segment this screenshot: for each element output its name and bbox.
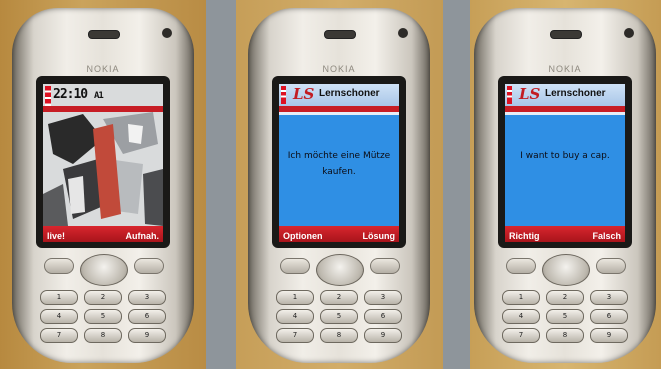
phone-body: NOKIA LS Lernschoner I want to buy a cap… — [474, 8, 656, 363]
navigation-key[interactable] — [316, 254, 364, 286]
softkey-bar: Optionen Lösung — [279, 226, 399, 242]
navigation-key[interactable] — [542, 254, 590, 286]
keypad: 1 2 3 4 5 6 7 8 9 — [276, 290, 402, 343]
softkey-correct[interactable]: Richtig — [509, 231, 540, 241]
end-key[interactable] — [596, 258, 626, 274]
softkey-right[interactable]: Aufnah. — [126, 231, 160, 241]
keypad: 1 2 3 4 5 6 7 8 9 — [502, 290, 628, 343]
header-stripe-light — [279, 112, 399, 115]
earpiece-speaker — [550, 30, 582, 39]
softkey-options[interactable]: Optionen — [283, 231, 323, 241]
call-key[interactable] — [44, 258, 74, 274]
flashcard-line: I want to buy a cap. — [520, 151, 610, 161]
app-title: Lernschoner — [319, 88, 380, 99]
earpiece-speaker — [88, 30, 120, 39]
key-7[interactable]: 7 — [502, 328, 540, 343]
call-key[interactable] — [506, 258, 536, 274]
key-6[interactable]: 6 — [364, 309, 402, 324]
key-9[interactable]: 9 — [128, 328, 166, 343]
app-header: LS Lernschoner — [279, 84, 399, 106]
signal-strength-icon — [45, 86, 51, 108]
key-1[interactable]: 1 — [502, 290, 540, 305]
end-key[interactable] — [134, 258, 164, 274]
brand-logo: NOKIA — [86, 64, 120, 74]
app-logo: LS — [293, 85, 315, 103]
phone-photo-question: NOKIA LS Lernschoner Ich möchte eine Müt… — [236, 0, 443, 369]
key-8[interactable]: 8 — [320, 328, 358, 343]
app-screen: LS Lernschoner I want to buy a cap. Rich… — [505, 84, 625, 242]
key-8[interactable]: 8 — [546, 328, 584, 343]
front-camera — [162, 28, 172, 38]
key-2[interactable]: 2 — [84, 290, 122, 305]
phone-body: NOKIA 22:10 A1 live! Aufnah. 1 2 3 4 5 6… — [12, 8, 194, 363]
key-4[interactable]: 4 — [276, 309, 314, 324]
phone-photo-answer: NOKIA LS Lernschoner I want to buy a cap… — [470, 0, 661, 369]
flashcard-line: kaufen. — [322, 167, 356, 177]
divider — [206, 0, 236, 369]
signal-strength-icon — [507, 86, 512, 104]
standby-screen: 22:10 A1 live! Aufnah. — [43, 84, 163, 242]
app-header: LS Lernschoner — [505, 84, 625, 106]
app-logo: LS — [519, 85, 541, 103]
flashcard-text: Ich möchte eine Mütze kaufen. — [285, 148, 393, 180]
call-key[interactable] — [280, 258, 310, 274]
brand-logo: NOKIA — [548, 64, 582, 74]
softkey-bar: Richtig Falsch — [505, 226, 625, 242]
status-bar — [43, 106, 163, 112]
key-6[interactable]: 6 — [590, 309, 628, 324]
header-stripe-light — [505, 112, 625, 115]
key-5[interactable]: 5 — [84, 309, 122, 324]
front-camera — [624, 28, 634, 38]
key-7[interactable]: 7 — [276, 328, 314, 343]
flashcard-text: I want to buy a cap. — [511, 148, 619, 164]
keypad: 1 2 3 4 5 6 7 8 9 — [40, 290, 166, 343]
key-7[interactable]: 7 — [40, 328, 78, 343]
key-4[interactable]: 4 — [40, 309, 78, 324]
navigation-key[interactable] — [80, 254, 128, 286]
key-5[interactable]: 5 — [320, 309, 358, 324]
key-1[interactable]: 1 — [276, 290, 314, 305]
key-3[interactable]: 3 — [590, 290, 628, 305]
softkey-bar: live! Aufnah. — [43, 226, 163, 242]
front-camera — [398, 28, 408, 38]
signal-strength-icon — [281, 86, 286, 104]
app-screen: LS Lernschoner Ich möchte eine Mütze kau… — [279, 84, 399, 242]
key-6[interactable]: 6 — [128, 309, 166, 324]
phone-body: NOKIA LS Lernschoner Ich möchte eine Müt… — [248, 8, 430, 363]
key-3[interactable]: 3 — [128, 290, 166, 305]
key-1[interactable]: 1 — [40, 290, 78, 305]
key-2[interactable]: 2 — [320, 290, 358, 305]
earpiece-speaker — [324, 30, 356, 39]
standby-clock: 22:10 A1 — [53, 87, 104, 102]
softkey-left[interactable]: live! — [47, 231, 65, 241]
key-9[interactable]: 9 — [364, 328, 402, 343]
key-9[interactable]: 9 — [590, 328, 628, 343]
end-key[interactable] — [370, 258, 400, 274]
key-8[interactable]: 8 — [84, 328, 122, 343]
softkey-solution[interactable]: Lösung — [363, 231, 396, 241]
key-4[interactable]: 4 — [502, 309, 540, 324]
app-title: Lernschoner — [545, 88, 606, 99]
key-2[interactable]: 2 — [546, 290, 584, 305]
phone-photo-standby: NOKIA 22:10 A1 live! Aufnah. 1 2 3 4 5 6… — [0, 0, 206, 369]
softkey-wrong[interactable]: Falsch — [592, 231, 621, 241]
divider — [443, 0, 470, 369]
key-3[interactable]: 3 — [364, 290, 402, 305]
brand-logo: NOKIA — [322, 64, 356, 74]
key-5[interactable]: 5 — [546, 309, 584, 324]
photo-collage: NOKIA 22:10 A1 live! Aufnah. 1 2 3 4 5 6… — [0, 0, 661, 369]
flashcard-line: Ich möchte eine Mütze — [287, 151, 391, 161]
